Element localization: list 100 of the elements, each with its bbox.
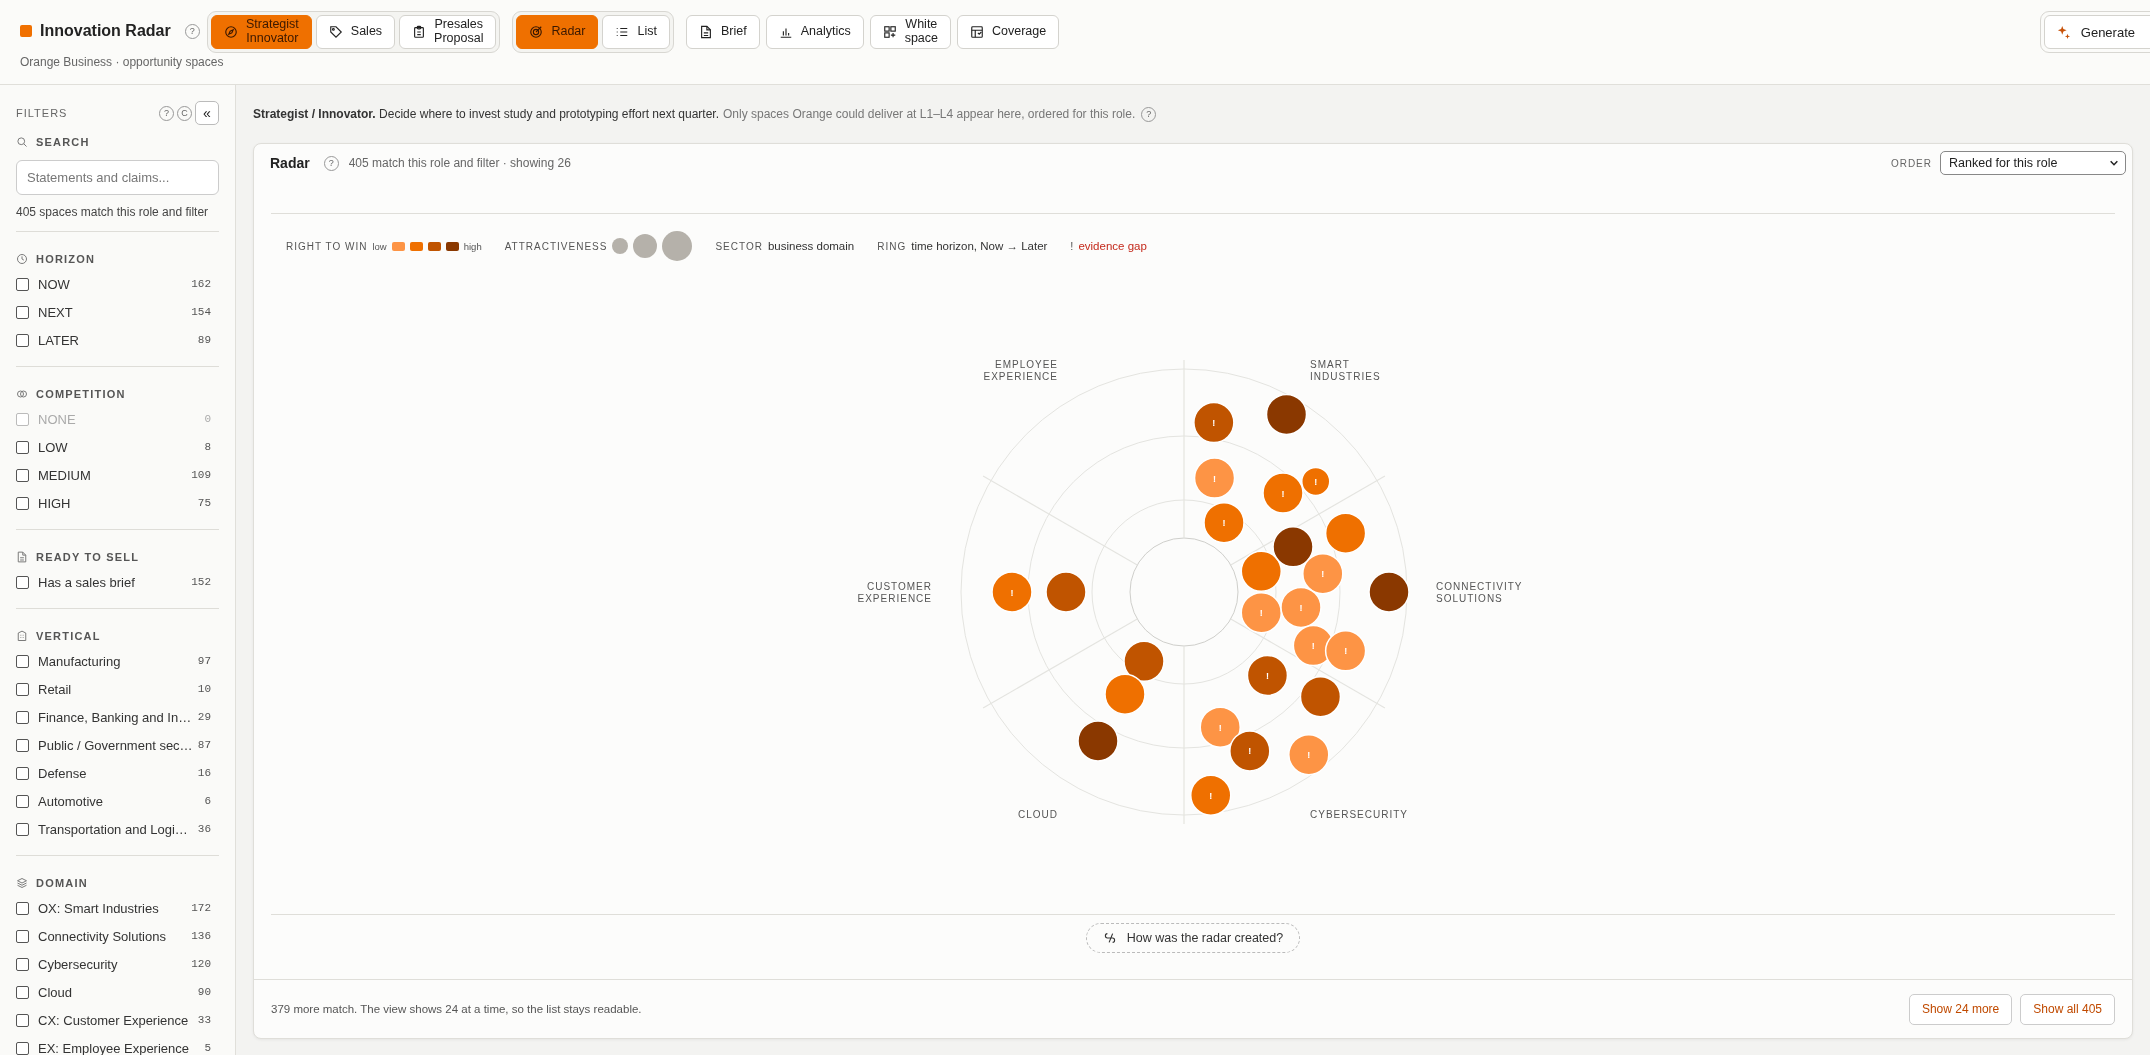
filter-option-label: Finance, Banking and In… [38, 709, 192, 725]
filter-option-label: LATER [38, 332, 79, 348]
layers-icon [16, 877, 28, 889]
grid-icon [882, 25, 897, 39]
filter-option-label: Transportation and Logi… [38, 821, 188, 837]
role-tab[interactable]: Presales Proposal [399, 15, 497, 49]
clipboard-icon [412, 25, 427, 39]
option-count: 162 [191, 278, 212, 290]
legend-label: SECTOR [715, 240, 763, 252]
checkbox[interactable] [16, 738, 29, 752]
legend-high-label: high [463, 240, 482, 252]
checkbox[interactable] [16, 710, 29, 724]
opportunity-bubble[interactable] [1367, 571, 1410, 613]
opportunity-bubble[interactable] [1271, 526, 1314, 568]
opportunity-bubble[interactable] [1228, 730, 1271, 772]
option-count: 0 [204, 413, 212, 425]
checkbox[interactable] [16, 766, 29, 780]
checkbox[interactable] [16, 575, 29, 589]
checkbox[interactable] [16, 901, 29, 915]
checkbox[interactable] [16, 682, 29, 696]
filter-option-label: LOW [38, 439, 68, 455]
role-tab[interactable]: Sales [315, 15, 396, 49]
option-count: 33 [197, 1014, 212, 1026]
building-icon [16, 630, 28, 642]
section-heading: COMPETITION [36, 388, 126, 400]
toolbar-button[interactable]: Brief [685, 15, 760, 49]
option-count: 8 [204, 441, 212, 453]
checkbox[interactable] [16, 468, 29, 482]
toolbar-button[interactable]: Analytics [765, 15, 864, 49]
checkbox[interactable] [16, 1013, 29, 1027]
evidence-gap-mark: ! [1343, 646, 1347, 657]
collapse-button[interactable]: « [195, 101, 219, 125]
option-count: 29 [197, 711, 212, 723]
toolbar-button[interactable]: White space [869, 15, 951, 49]
checkbox[interactable] [16, 654, 29, 668]
filter-option-label: Public / Government sec… [38, 737, 193, 753]
legend-text: evidence gap [1078, 240, 1147, 252]
order-label: ORDER [1890, 157, 1932, 169]
link-icon [1102, 931, 1117, 945]
checkbox[interactable] [16, 929, 29, 943]
checkbox[interactable] [16, 1041, 29, 1055]
opportunity-bubble[interactable] [1301, 553, 1344, 595]
document-icon [698, 25, 713, 39]
order-select[interactable]: Ranked for this role [1940, 151, 2126, 175]
rings-icon [16, 388, 28, 400]
evidence-gap-mark: ! [1311, 641, 1315, 652]
view-tab[interactable]: Radar [516, 15, 599, 49]
filter-option-label: NOW [38, 276, 70, 292]
checkbox[interactable] [16, 440, 29, 454]
evidence-gap-mark: ! [1306, 750, 1310, 761]
filter-option-label: HIGH [38, 495, 71, 511]
evidence-gap-mark: ! [1247, 746, 1251, 757]
opportunity-bubble[interactable] [1265, 393, 1307, 436]
sector-label: EMPLOYEE EXPERIENCE [983, 359, 1058, 383]
table-icon [970, 25, 984, 39]
search-field[interactable]: Statements and claims... [16, 160, 219, 195]
checkbox[interactable] [16, 277, 29, 291]
legend-text: time horizon, Now → Later [911, 240, 1048, 252]
toolbar-button[interactable]: Coverage [957, 15, 1060, 49]
checkbox[interactable] [16, 496, 29, 510]
logo-square-icon [20, 25, 32, 37]
option-count: 10 [197, 683, 212, 695]
opportunity-bubble[interactable] [1076, 720, 1119, 762]
evidence-gap-mark: ! [1211, 418, 1215, 429]
opportunity-bubble[interactable] [1246, 654, 1288, 697]
opportunity-bubble[interactable] [1044, 571, 1087, 613]
show-more-button[interactable]: Show 24 more [1908, 993, 2013, 1025]
filters-heading: FILTERS [16, 107, 68, 119]
option-count: 136 [191, 930, 212, 942]
checkbox[interactable] [16, 794, 29, 808]
opportunity-bubble[interactable] [1122, 640, 1165, 683]
list-icon [615, 25, 630, 39]
option-count: 5 [204, 1042, 212, 1054]
how-radar-created-button[interactable]: How was the radar created? [1085, 923, 1301, 953]
opportunity-bubble[interactable] [1199, 706, 1241, 748]
option-count: 87 [197, 739, 212, 751]
filter-option-label: Retail [38, 681, 72, 697]
option-count: 172 [191, 902, 212, 914]
filter-option-label: Manufacturing [38, 653, 121, 669]
opportunity-bubble[interactable] [1192, 401, 1235, 444]
sector-label: CLOUD [1017, 808, 1058, 820]
role-tab[interactable]: Strategist Innovator [211, 15, 312, 49]
opportunity-bubble[interactable] [1299, 675, 1341, 718]
section-heading: HORIZON [36, 253, 96, 265]
opportunity-bubble[interactable] [1240, 550, 1282, 593]
option-count: 120 [191, 958, 212, 970]
checkbox[interactable] [16, 957, 29, 971]
checkbox[interactable] [16, 985, 29, 999]
filter-option-label: Connectivity Solutions [38, 928, 166, 944]
document-icon [16, 551, 28, 563]
filter-option-label: NONE [38, 411, 76, 427]
checkbox[interactable] [16, 333, 29, 347]
checkbox[interactable] [16, 822, 29, 836]
generate-button[interactable]: Generate [2043, 15, 2150, 49]
show-more-button[interactable]: Show all 405 [2020, 993, 2115, 1025]
checkbox[interactable] [16, 305, 29, 319]
view-tab[interactable]: List [602, 15, 670, 49]
match-summary: 405 spaces match this role and filter [16, 205, 210, 219]
tag-icon [328, 25, 343, 39]
opportunity-bubble[interactable] [1103, 673, 1146, 715]
